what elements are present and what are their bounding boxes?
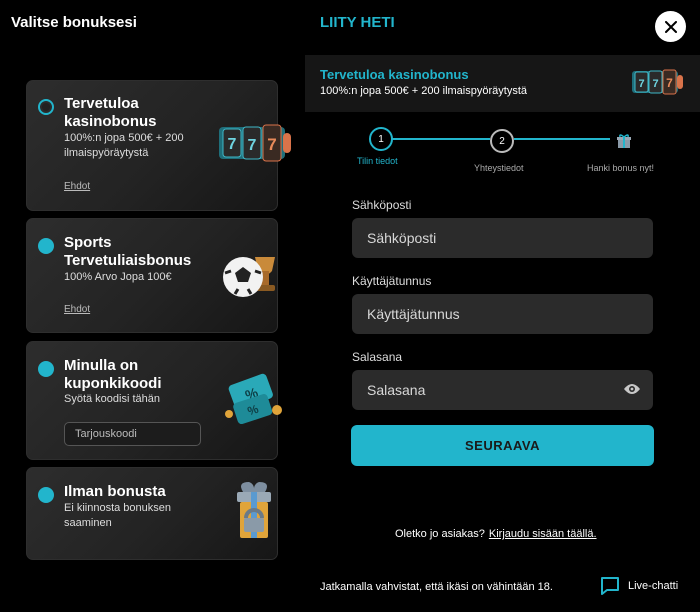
gift-box-icon: [231, 478, 277, 549]
svg-text:7: 7: [248, 137, 257, 154]
gift-icon: [616, 133, 632, 154]
stepper-line: [514, 138, 610, 140]
bonus-card-sports[interactable]: Sports Tervetuliaisbonus 100% Arvo Jopa …: [26, 218, 278, 333]
selected-bonus-banner: Tervetuloa kasinobonus 100%:n jopa 500€ …: [305, 55, 700, 112]
join-title: LIITY HETI: [320, 14, 395, 31]
login-link[interactable]: Kirjaudu sisään täällä.: [489, 528, 597, 540]
email-field[interactable]: [352, 218, 653, 258]
bonus-card-description: Ei kiinnosta bonuksen saaminen: [64, 502, 172, 529]
live-chat-label: Live-chatti: [628, 580, 679, 592]
live-chat-button[interactable]: Live-chatti: [600, 576, 678, 596]
bonus-card-no-bonus[interactable]: Ilman bonusta Ei kiinnosta bonuksen saam…: [26, 467, 278, 560]
step-1-circle[interactable]: 1: [369, 127, 393, 151]
username-field[interactable]: [352, 294, 653, 334]
chat-bubble-icon: [601, 577, 619, 595]
bonus-card-title: Ilman bonusta: [64, 483, 166, 500]
stepper-line-active: [392, 138, 490, 140]
banner-description: 100%:n jopa 500€ + 200 ilmaispyöräytystä: [320, 85, 527, 97]
bonus-card-description: 100% Arvo Jopa 100€: [64, 271, 172, 283]
svg-text:7: 7: [652, 78, 658, 90]
terms-link[interactable]: Ehdot: [64, 304, 90, 315]
bonus-card-title: Tervetuloa kasinobonus: [64, 95, 157, 130]
terms-link[interactable]: Ehdot: [64, 181, 90, 192]
radio-button[interactable]: [38, 361, 54, 377]
radio-button[interactable]: [38, 487, 54, 503]
close-icon: [664, 20, 677, 33]
step-1-label: Tilin tiedot: [357, 156, 398, 166]
bonus-card-description: 100%:n jopa 500€ + 200 ilmaispyöräytystä: [64, 132, 184, 159]
next-button[interactable]: SEURAAVA: [351, 425, 654, 466]
bonus-card-title: Sports Tervetuliaisbonus: [64, 234, 192, 269]
step-2-circle[interactable]: 2: [490, 129, 514, 153]
coupon-tickets-icon: % %: [223, 370, 285, 433]
bonus-card-title: Minulla on kuponkikoodi: [64, 357, 162, 392]
svg-text:7: 7: [638, 78, 644, 90]
password-label: Salasana: [352, 350, 403, 364]
step-2-label: Yhteystiedot: [474, 163, 524, 173]
bonus-panel-title: Valitse bonuksesi: [11, 14, 137, 31]
age-notice: Jatkamalla vahvistat, että ikäsi on vähi…: [320, 581, 553, 593]
email-label: Sähköposti: [352, 198, 412, 212]
coupon-code-input[interactable]: [64, 422, 201, 446]
radio-button[interactable]: [38, 238, 54, 254]
username-label: Käyttäjätunnus: [352, 274, 432, 288]
svg-text:7: 7: [228, 136, 237, 153]
login-prompt-line: Oletko jo asiakas? Kirjaudu sisään täällä…: [395, 528, 597, 540]
step-3-label: Hanki bonus nyt!: [587, 163, 655, 173]
svg-text:7: 7: [267, 135, 276, 154]
banner-title: Tervetuloa kasinobonus: [320, 67, 469, 82]
bonus-card-coupon[interactable]: Minulla on kuponkikoodi Syötä koodisi tä…: [26, 341, 282, 460]
login-prompt: Oletko jo asiakas?: [395, 528, 485, 540]
slot-reels-icon: 7 7 7: [215, 121, 293, 170]
close-button[interactable]: [655, 11, 686, 42]
slot-reels-icon: 7 7 7: [630, 67, 684, 102]
svg-text:7: 7: [666, 76, 673, 90]
football-trophy-icon: [221, 247, 281, 308]
bonus-card-description: Syötä koodisi tähän: [64, 393, 161, 405]
password-field[interactable]: [352, 370, 653, 410]
bonus-card-casino[interactable]: Tervetuloa kasinobonus 100%:n jopa 500€ …: [26, 80, 291, 211]
radio-button-selected[interactable]: [38, 99, 54, 115]
eye-icon[interactable]: [623, 382, 641, 396]
